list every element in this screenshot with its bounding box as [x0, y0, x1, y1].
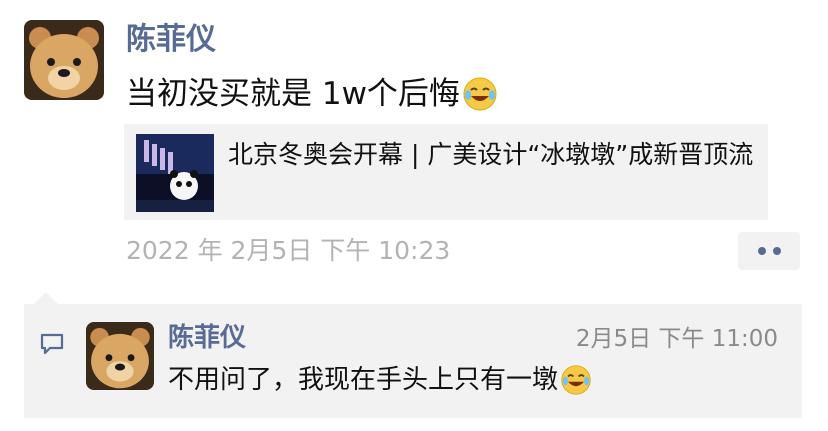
comment-area: 陈菲仪 2月5日 下午 11:00 不用问了，我现在手头上只有一墩	[24, 304, 802, 418]
bear-avatar-image	[86, 322, 154, 390]
comment-timestamp: 2月5日 下午 11:00	[575, 326, 778, 352]
more-dot-icon	[772, 247, 781, 255]
comment-text-content: 不用问了，我现在手头上只有一墩	[168, 365, 559, 395]
comment-area-caret	[34, 292, 58, 304]
more-dot-icon	[757, 247, 766, 255]
comment-icon	[38, 330, 66, 358]
commenter-name[interactable]: 陈菲仪	[168, 322, 246, 354]
shared-link-card[interactable]: 北京冬奥会开幕 | 广美设计“冰墩墩”成新晋顶流	[124, 124, 768, 220]
post-text-content: 当初没买就是 1w个后悔	[126, 76, 460, 112]
link-title: 北京冬奥会开幕 | 广美设计“冰墩墩”成新晋顶流	[228, 140, 754, 169]
comment-text[interactable]: 不用问了，我现在手头上只有一墩	[168, 362, 592, 398]
olympic-mascot-thumbnail-image	[136, 134, 214, 212]
author-name[interactable]: 陈菲仪	[126, 22, 216, 58]
author-avatar[interactable]	[24, 20, 104, 100]
laughing-crying-emoji-icon	[560, 364, 592, 396]
post-text: 当初没买就是 1w个后悔	[126, 74, 498, 114]
post-timestamp: 2022 年 2月5日 下午 10:23	[126, 236, 451, 265]
bear-avatar-image	[24, 20, 104, 100]
link-thumbnail	[136, 134, 214, 212]
commenter-avatar[interactable]	[86, 322, 154, 390]
more-options-button[interactable]	[738, 232, 800, 270]
laughing-crying-emoji-icon	[462, 76, 498, 112]
